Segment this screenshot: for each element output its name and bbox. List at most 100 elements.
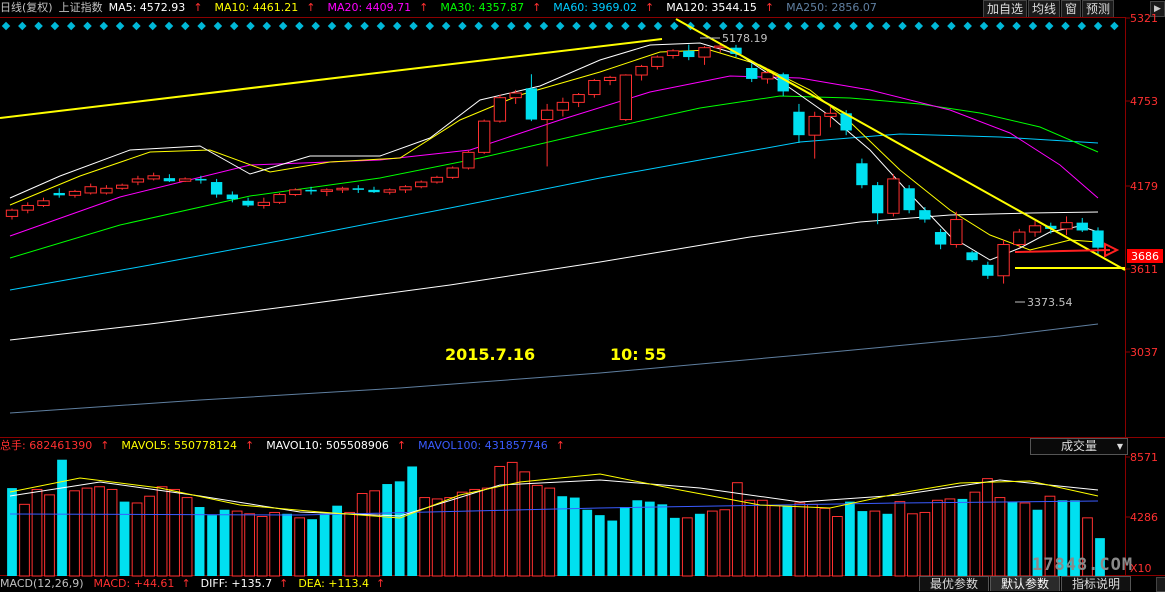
volume-bar <box>7 488 17 576</box>
up-arrow-icon: ↑ <box>279 577 289 590</box>
volume-bar <box>982 478 993 577</box>
candle-body <box>305 189 317 192</box>
volume-bar <box>332 505 343 576</box>
candle-body <box>462 151 475 169</box>
candle-body <box>761 72 774 80</box>
candle-body <box>871 185 884 214</box>
ma20-line <box>9 75 1099 237</box>
event-marker-icon <box>181 21 190 31</box>
candle-body <box>572 94 585 103</box>
candle-body <box>651 56 664 67</box>
volume-bar <box>431 498 443 577</box>
ma30-line <box>9 95 1099 259</box>
event-marker-icon <box>816 21 826 31</box>
tab-scroll[interactable] <box>1156 577 1165 592</box>
volume-bar <box>531 484 543 577</box>
price-axis-label: 4753 <box>1130 95 1158 108</box>
volume-bar <box>94 486 105 577</box>
volume-value: 总手: 682461390 <box>0 439 93 452</box>
event-marker-icon <box>1028 21 1038 31</box>
event-marker-icon <box>555 21 565 31</box>
volume-bar <box>44 494 55 577</box>
event-marker-icon <box>947 21 956 31</box>
candle-body <box>195 178 207 181</box>
tab-2[interactable]: 指标说明 <box>1061 576 1132 591</box>
event-marker-icon <box>409 21 418 31</box>
volume-value: MAVOL10: 505508906 <box>266 439 389 452</box>
volume-bar <box>1019 502 1031 577</box>
candle-body <box>934 232 947 245</box>
event-marker-icon <box>604 21 614 31</box>
event-marker-icon <box>1044 21 1054 31</box>
volume-bar <box>382 484 393 576</box>
candle-body <box>5 209 19 217</box>
candle-body <box>399 186 412 191</box>
candle-body <box>619 74 632 121</box>
event-marker-icon <box>311 21 320 31</box>
candle-body <box>746 67 758 79</box>
volume-bar <box>794 502 806 577</box>
volume-bar <box>557 496 568 576</box>
candle-body <box>997 244 1010 277</box>
event-marker-icon <box>441 21 451 31</box>
event-marker-icon <box>360 21 369 31</box>
volume-bar <box>106 488 118 577</box>
tab-0[interactable]: 最优参数 <box>919 576 990 591</box>
volume-legend-item: MAVOL10: 505508906 ↑ <box>266 439 412 452</box>
candle-body <box>273 194 286 203</box>
volume-bar <box>356 493 368 577</box>
event-marker-icon <box>148 21 157 31</box>
event-marker-icon <box>34 21 43 31</box>
up-arrow-icon: ↑ <box>555 439 565 452</box>
event-marker-icon <box>197 21 206 31</box>
candle-body <box>131 178 145 183</box>
candle-body <box>147 175 160 180</box>
volume-bar <box>19 503 30 577</box>
datetime-date: 2015.7.16 <box>445 345 535 364</box>
candle-body <box>210 182 223 195</box>
candle-body <box>1076 222 1088 231</box>
candle-body <box>698 47 711 58</box>
volume-legend-item: MAVOL100: 431857746 ↑ <box>418 439 571 452</box>
ma250-line <box>9 323 1099 414</box>
event-marker-icon <box>425 21 435 31</box>
volume-bar <box>882 513 893 576</box>
chart-canvas[interactable]: 5321 4753 4179 3611 3037 3686 5178.19 3373.54 20… <box>0 0 1165 591</box>
candle-body <box>430 176 444 183</box>
volume-axis-label: 4286 <box>1130 511 1158 524</box>
candle-body <box>824 112 837 117</box>
candle-body <box>1028 225 1042 233</box>
candle-body <box>887 178 900 214</box>
tab-1[interactable]: 默认参数 <box>990 576 1061 591</box>
volume-value: MAVOL5: 550778124 <box>121 439 238 452</box>
event-marker-icon <box>474 21 483 31</box>
event-marker-icon <box>930 21 940 31</box>
candle-body <box>666 50 680 56</box>
volume-bar <box>407 466 418 576</box>
event-marker-icon <box>996 21 1005 31</box>
volume-bar <box>256 516 268 577</box>
macd-value: MACD(12,26,9) <box>0 577 84 590</box>
volume-bar <box>832 516 843 577</box>
volume-bar <box>569 497 580 576</box>
up-arrow-icon: ↑ <box>245 439 255 452</box>
volume-bar <box>594 515 605 576</box>
candle-body <box>257 201 270 206</box>
volume-bar <box>632 500 643 576</box>
candle-body <box>68 190 82 196</box>
volume-bar <box>481 487 493 577</box>
volume-bar <box>394 481 405 576</box>
candle-body <box>808 115 821 136</box>
macd-legend-item: MACD(12,26,9) <box>0 577 89 590</box>
candle-body <box>635 65 648 76</box>
volume-bar <box>506 461 518 577</box>
event-marker-icon <box>800 21 809 31</box>
up-arrow-icon: ↑ <box>375 577 386 590</box>
candle-body <box>525 88 538 120</box>
indicator-select[interactable]: 成交量 ▼ <box>1030 438 1128 455</box>
candle-body <box>1060 222 1073 230</box>
event-marker-icon <box>376 21 386 31</box>
event-marker-icon <box>490 21 500 31</box>
volume-bar <box>181 497 193 577</box>
volume-bar <box>219 509 230 576</box>
